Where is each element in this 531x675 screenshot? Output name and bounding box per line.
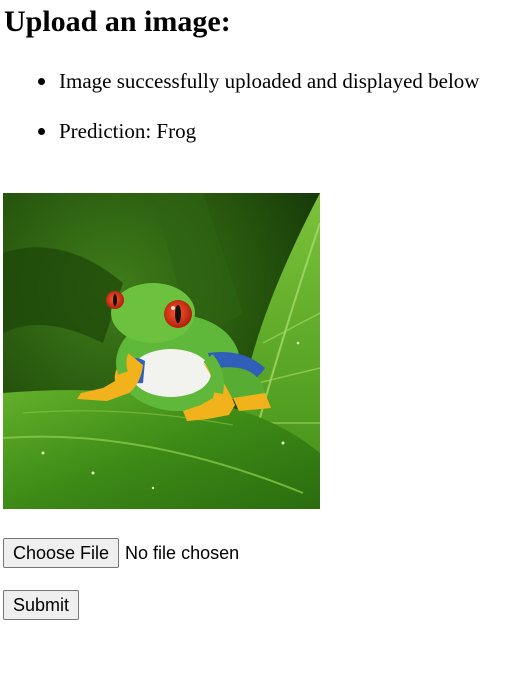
- upload-status-message: Image successfully uploaded and displaye…: [59, 69, 480, 93]
- submit-button[interactable]: Submit: [3, 590, 80, 620]
- file-status-text: No file chosen: [125, 542, 240, 563]
- list-item: Prediction: Frog: [0, 116, 479, 146]
- bullet-icon: [38, 128, 45, 135]
- file-input[interactable]: Choose File No file chosen: [3, 538, 239, 568]
- list-item: Image successfully uploaded and displaye…: [0, 66, 479, 96]
- prediction-message: Prediction: Frog: [59, 119, 197, 143]
- bullet-icon: [38, 78, 45, 85]
- uploaded-frog-image: [3, 193, 320, 509]
- choose-file-button[interactable]: Choose File: [3, 538, 120, 568]
- message-list: Image successfully uploaded and displaye…: [0, 66, 479, 146]
- page-title: Upload an image:: [4, 5, 231, 38]
